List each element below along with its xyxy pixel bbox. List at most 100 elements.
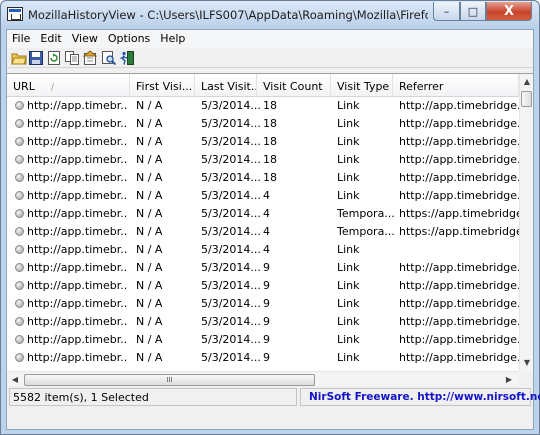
cell-referrer: http://app.timebridge.c (399, 351, 523, 364)
cell-last-visit: 5/3/2014... (201, 297, 261, 310)
cell-visit-count: 9 (263, 333, 270, 346)
url-bullet-icon (15, 317, 24, 326)
scroll-up-icon[interactable]: ▲ (520, 74, 533, 90)
properties-icon[interactable] (82, 50, 98, 66)
cell-first-visit: N / A (136, 207, 163, 220)
cell-first-visit: N / A (136, 171, 163, 184)
nirsoft-link[interactable]: NirSoft Freeware. http://www.nirsoft.net (300, 388, 540, 406)
cell-visit-count: 9 (263, 351, 270, 364)
menu-help[interactable]: Help (155, 30, 190, 48)
horizontal-scrollbar[interactable]: ◀ III ▶ (7, 371, 519, 386)
cell-visit-count: 4 (263, 243, 270, 256)
url-bullet-icon (15, 281, 24, 290)
table-row[interactable]: http://app.timebr... N / A 5/3/2014...9 Lin… (7, 295, 523, 313)
menu-view[interactable]: View (67, 30, 103, 48)
cell-url: http://app.timebr... (27, 135, 127, 148)
menu-file[interactable]: File (7, 30, 35, 48)
table-row[interactable]: http://app.timebr... N / A 5/3/2014... 18 Li… (7, 97, 523, 115)
cell-visit-type: Link (337, 117, 360, 130)
table-row[interactable]: http://app.timebr... N / A 5/3/2014...9 Lin… (7, 277, 523, 295)
cell-visit-type: Tempora... (337, 207, 395, 220)
cell-url: http://app.timebr... (27, 279, 127, 292)
table-row[interactable]: http://app.timebr... N / A 5/3/2014...9 Lin… (7, 313, 523, 331)
table-row[interactable]: http://app.timebr... N / A 5/3/2014... 18 Li… (7, 151, 523, 169)
column-header-referrer[interactable]: Referrer (393, 74, 519, 97)
cell-visit-type: Link (337, 261, 360, 274)
cell-visit-count: 18 (263, 171, 277, 184)
table-row[interactable]: http://app.timebr... N / A 5/3/2014... 4 Tem… (7, 205, 523, 223)
cell-last-visit: 5/3/2014... (201, 171, 261, 184)
table-row[interactable]: http://app.timebr... N / A 5/3/2014...9 Lin… (7, 349, 523, 367)
column-header-last-visit[interactable]: Last Visit... (195, 74, 257, 97)
table-row[interactable]: http://app.timebr... N / A 5/3/2014... 18 Li… (7, 133, 523, 151)
cell-url: http://app.timebr... (27, 297, 127, 310)
cell-visit-count: 18 (263, 135, 277, 148)
exit-icon[interactable] (119, 50, 135, 66)
table-row[interactable]: http://app.timebr... N / A 5/3/2014...9 Lin… (7, 331, 523, 349)
cell-referrer (399, 243, 523, 258)
cell-url: http://app.timebr... (27, 99, 127, 112)
cell-url: http://app.timebr... (27, 207, 127, 220)
cell-first-visit: N / A (136, 315, 163, 328)
window-title: MozillaHistoryView - C:\Users\ILFS007\Ap… (28, 8, 428, 22)
refresh-icon[interactable] (46, 50, 62, 66)
cell-visit-count: 18 (263, 99, 277, 112)
search-icon[interactable] (101, 50, 117, 66)
cell-last-visit: 5/3/2014... (201, 189, 261, 202)
column-header-visit-count[interactable]: Visit Count (257, 74, 331, 97)
column-header-visit-type[interactable]: Visit Type (331, 74, 393, 97)
cell-visit-type: Link (337, 279, 360, 292)
horizontal-scroll-thumb[interactable]: III (24, 374, 315, 386)
column-header-url[interactable]: URL / (7, 74, 130, 97)
copy-icon[interactable] (64, 50, 80, 66)
toolbar (7, 48, 533, 68)
cell-first-visit: N / A (136, 135, 163, 148)
close-button[interactable]: X (486, 2, 532, 21)
scroll-down-icon[interactable]: ▼ (520, 355, 533, 371)
column-header-first-visit[interactable]: First Visi... (130, 74, 195, 97)
url-bullet-icon (15, 119, 24, 128)
cell-url: http://app.timebr... (27, 261, 127, 274)
cell-last-visit: 5/3/2014... (201, 99, 261, 112)
scroll-left-icon[interactable]: ◀ (7, 372, 23, 386)
table-row[interactable]: http://app.timebr... N / A 5/3/2014... 18 Li… (7, 115, 523, 133)
table-row[interactable]: http://app.timebr... N / A 5/3/2014... 4 Lin… (7, 241, 519, 259)
vertical-scroll-thumb[interactable] (521, 91, 532, 107)
table-row[interactable]: http://app.timebr... N / A 5/3/2014... 18 Li… (7, 169, 523, 187)
cell-last-visit: 5/3/2014... (201, 135, 261, 148)
minimize-button[interactable]: – (433, 2, 460, 21)
cell-url: http://app.timebr... (27, 225, 127, 238)
table-header: URL / First Visi... Last Visit... Visit C… (7, 74, 519, 97)
menu-bar: File Edit View Options Help (7, 30, 533, 48)
cell-last-visit: 5/3/2014... (201, 153, 261, 166)
cell-last-visit: 5/3/2014... (201, 351, 261, 364)
cell-referrer: http://app.timebridge.c (399, 189, 523, 202)
cell-visit-type: Link (337, 135, 360, 148)
cell-referrer: http://app.timebridge.c (399, 261, 523, 274)
cell-visit-type: Link (337, 243, 360, 256)
cell-first-visit: N / A (136, 279, 163, 292)
cell-referrer: http://app.timebridge.c (399, 333, 523, 346)
cell-last-visit: 5/3/2014... (201, 315, 261, 328)
app-window: MozillaHistoryView - C:\Users\ILFS007\Ap… (0, 0, 540, 435)
cell-first-visit: N / A (136, 153, 163, 166)
cell-visit-type: Link (337, 315, 360, 328)
cell-url: http://app.timebr... (27, 171, 127, 184)
cell-first-visit: N / A (136, 99, 163, 112)
vertical-scrollbar[interactable]: ▲ ▼ (519, 74, 533, 371)
open-folder-icon[interactable] (11, 50, 27, 66)
cell-referrer: http://app.timebridge.c (399, 171, 523, 184)
cell-url: http://app.timebr... (27, 117, 127, 130)
table-row[interactable]: http://app.timebr... N / A 5/3/2014...9 Lin… (7, 259, 523, 277)
cell-visit-count: 4 (263, 189, 270, 202)
url-bullet-icon (15, 353, 24, 362)
url-bullet-icon (15, 227, 24, 236)
save-icon[interactable] (28, 50, 44, 66)
maximize-button[interactable]: □ (460, 2, 486, 21)
scroll-right-icon[interactable]: ▶ (501, 372, 517, 386)
menu-edit[interactable]: Edit (35, 30, 66, 48)
title-bar[interactable]: MozillaHistoryView - C:\Users\ILFS007\Ap… (1, 1, 539, 29)
table-row[interactable]: http://app.timebr... N / A 5/3/2014... 4 Lin… (7, 187, 523, 205)
table-row[interactable]: http://app.timebr... N / A 5/3/2014... 4 Tem… (7, 223, 523, 241)
menu-options[interactable]: Options (103, 30, 155, 48)
